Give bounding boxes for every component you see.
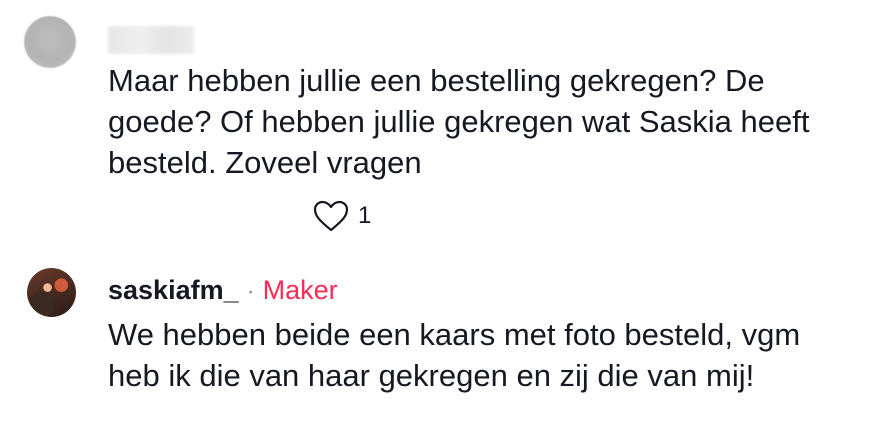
comment-2: saskiafm_ · Maker We hebben beide een ka…	[0, 0, 880, 434]
separator-dot: ·	[246, 278, 255, 305]
author-name[interactable]: saskiafm_	[108, 272, 239, 308]
author-line: saskiafm_ · Maker	[108, 272, 338, 310]
maker-badge: Maker	[262, 275, 338, 305]
comment-text: We hebben beide een kaars met foto beste…	[108, 317, 801, 393]
avatar[interactable]	[27, 268, 76, 317]
